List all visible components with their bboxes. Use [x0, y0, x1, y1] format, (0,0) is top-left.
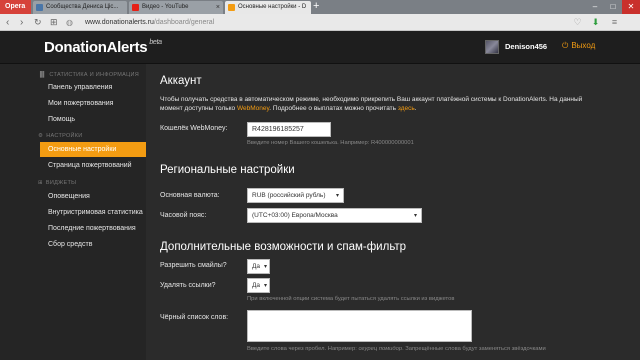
close-window-icon[interactable]: ✕ [622, 0, 640, 14]
chevron-down-icon: ▾ [263, 264, 267, 270]
webmoney-link[interactable]: WebMoney [237, 105, 269, 112]
browser-tab-label: Видео - YouTube [142, 4, 189, 10]
minimize-icon[interactable]: – [586, 0, 604, 14]
stats-icon: ▐▌ [38, 72, 47, 78]
back-icon[interactable]: ‹ [6, 14, 9, 31]
url-field[interactable]: www.donationalerts.ru/dashboard/general [85, 16, 214, 29]
address-bar: ‹ › ↻ ⊞ ◍ www.donationalerts.ru/dashboar… [0, 14, 640, 31]
sidebar-item-my-donations[interactable]: Мои пожертвования [40, 96, 146, 111]
remove-links-select[interactable]: Да ▾ [247, 278, 270, 293]
extra-heading: Дополнительные возможности и спам-фильтр [160, 241, 407, 253]
smiles-select[interactable]: Да ▾ [247, 259, 270, 274]
sidebar-item-fundraising[interactable]: Сбор средств [40, 237, 146, 252]
opera-menu-button[interactable]: Opera [0, 0, 31, 14]
close-icon[interactable]: × [216, 1, 220, 14]
speed-dial-icon[interactable]: ⊞ [50, 14, 58, 31]
browser-tab-active[interactable]: Основные настройки - D [225, 1, 311, 14]
links-hint: При включенной опции система будет пытат… [247, 296, 455, 302]
sidebar-item-donation-page[interactable]: Страница пожертвований [40, 158, 146, 173]
vk-icon [36, 4, 43, 11]
wallet-label: Кошелёк WebMoney: [160, 125, 228, 132]
globe-icon: ◍ [66, 18, 73, 27]
links-label: Удалять ссылки? [160, 282, 216, 289]
timezone-label: Часовой пояс: [160, 212, 207, 219]
browser-tab[interactable]: Видео - YouTube × [129, 1, 223, 14]
main-content: Аккаунт Чтобы получать средства в автома… [146, 64, 640, 360]
youtube-icon [132, 4, 139, 11]
sidebar-item-stream-stats[interactable]: Внутристримовая статистика [40, 205, 146, 220]
blacklist-hint: Введите слова через пробел. Например: ог… [247, 346, 546, 352]
regional-heading: Региональные настройки [160, 164, 295, 176]
sidebar-section-title: ⊞ ВИДЖЕТЫ [38, 180, 77, 186]
sidebar-item-dashboard[interactable]: Панель управления [40, 80, 146, 95]
webmoney-wallet-input[interactable]: R428196185257 [247, 122, 331, 137]
browser-tab-label: Основные настройки - D [238, 4, 307, 10]
smiles-label: Разрешить смайлы? [160, 262, 227, 269]
avatar[interactable] [485, 40, 499, 54]
chevron-down-icon: ▾ [335, 193, 339, 199]
site-logo[interactable]: DonationAlerts beta [44, 39, 162, 56]
donationalerts-icon [228, 4, 235, 11]
currency-label: Основная валюта: [160, 192, 220, 199]
sidebar-section-title: ▐▌ СТАТИСТИКА И ИНФОРМАЦИЯ [38, 72, 140, 78]
wallet-hint: Введите номер Вашего кошелька. Например:… [247, 140, 414, 146]
new-tab-button[interactable]: + [313, 0, 319, 13]
power-icon: ⏻ [562, 41, 569, 50]
sidebar-item-help[interactable]: Помощь [40, 112, 146, 127]
username[interactable]: Denison456 [505, 42, 547, 51]
reload-icon[interactable]: ↻ [34, 14, 42, 31]
browser-tab-label: Сообщества Дениса Ціс... [46, 4, 119, 10]
browser-tab-strip: Opera Сообщества Дениса Ціс... Видео - Y… [0, 0, 640, 14]
beta-badge: beta [149, 39, 162, 46]
blacklist-label: Чёрный список слов: [160, 314, 229, 321]
sidebar-item-general-settings[interactable]: Основные настройки [40, 142, 146, 157]
download-icon[interactable]: ⬇ [590, 17, 601, 28]
site-header: DonationAlerts beta Denison456 ⏻ Выход [0, 31, 640, 64]
sidebar-item-last-donations[interactable]: Последние пожертвования [40, 221, 146, 236]
blacklist-textarea[interactable] [247, 310, 472, 342]
gear-icon: ⚙ [38, 133, 44, 139]
timezone-select[interactable]: (UTC+03:00) Европа/Москва ▾ [247, 208, 422, 223]
logout-label: Выход [571, 41, 596, 50]
currency-select[interactable]: RUB (российский рубль) ▾ [247, 188, 344, 203]
sidebar-section-title: ⚙ НАСТРОЙКИ [38, 133, 83, 139]
browser-tab[interactable]: Сообщества Дениса Ціс... [33, 1, 127, 14]
chevron-down-icon: ▾ [263, 283, 267, 289]
bookmark-heart-icon[interactable]: ♡ [572, 17, 583, 28]
menu-icon[interactable]: ≡ [609, 17, 620, 28]
sidebar: ▐▌ СТАТИСТИКА И ИНФОРМАЦИЯ Панель управле… [0, 64, 146, 360]
window-controls: – □ ✕ [586, 0, 640, 14]
maximize-icon[interactable]: □ [604, 0, 622, 14]
payouts-info-link[interactable]: здесь [398, 105, 415, 112]
account-description: Чтобы получать средства в автоматическом… [160, 96, 583, 112]
chevron-down-icon: ▾ [413, 213, 417, 219]
account-heading: Аккаунт [160, 75, 202, 87]
forward-icon[interactable]: › [20, 14, 23, 31]
widgets-icon: ⊞ [38, 180, 43, 186]
url-path: /dashboard/general [153, 19, 215, 26]
sidebar-item-alerts[interactable]: Оповещения [40, 189, 146, 204]
url-host: www.donationalerts.ru [85, 19, 154, 26]
logout-button[interactable]: ⏻ Выход [562, 41, 595, 51]
